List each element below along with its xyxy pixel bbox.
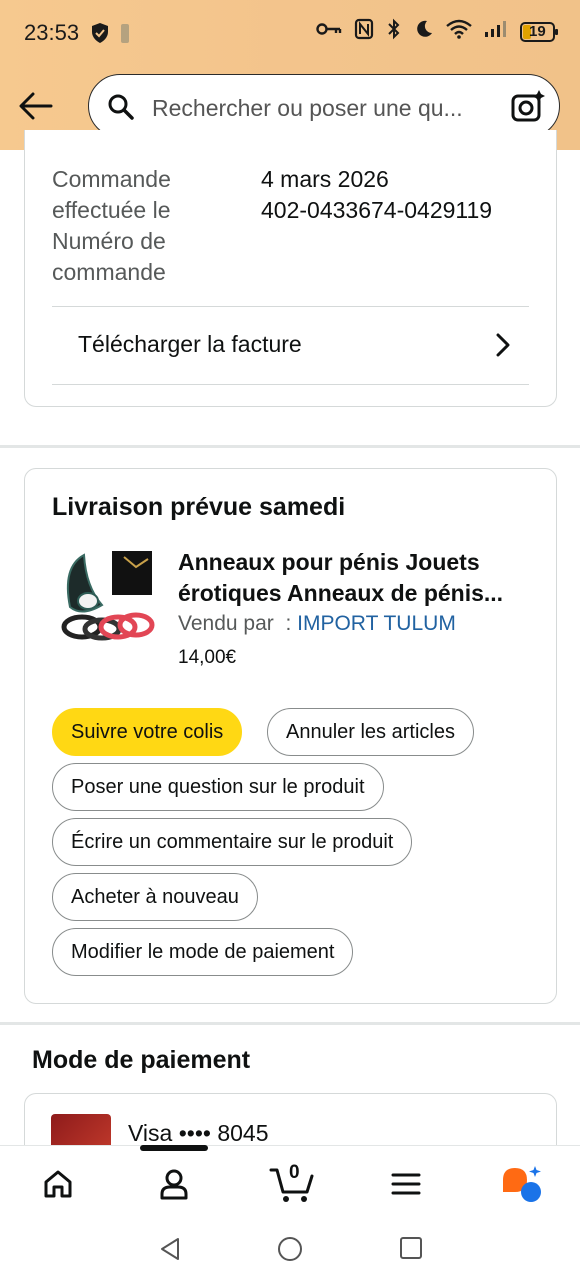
hamburger-menu-icon (391, 1173, 421, 1195)
change-payment-button[interactable]: Modifier le mode de paiement (52, 928, 354, 976)
nav-home[interactable] (36, 1162, 80, 1206)
write-review-button[interactable]: Écrire un commentaire sur le produit (52, 818, 413, 866)
wifi-icon (446, 19, 472, 44)
system-back-button[interactable] (158, 1236, 182, 1267)
delivery-title: Livraison prévue samedi (52, 493, 346, 521)
search-input[interactable]: Rechercher ou poser une qu... (152, 95, 492, 122)
battery-small-icon (120, 22, 130, 49)
system-recents-button[interactable] (399, 1236, 423, 1265)
sold-by-label: Vendu par (178, 612, 274, 635)
rufus-assistant-icon (503, 1166, 541, 1202)
track-package-button[interactable]: Suivre votre colis (52, 708, 243, 756)
user-icon (160, 1169, 188, 1200)
payment-card: Visa •••• 8045 (24, 1093, 557, 1153)
order-info-card: Commande effectuée le Numéro de commande… (24, 130, 557, 407)
back-button[interactable] (16, 86, 56, 126)
divider (52, 306, 529, 307)
delivery-card: Livraison prévue samedi Anneaux pour pén… (24, 468, 557, 1004)
nav-menu[interactable] (384, 1162, 428, 1206)
ask-question-button[interactable]: Poser une question sur le produit (52, 763, 384, 811)
nav-cart[interactable]: 0 (266, 1162, 318, 1206)
shield-icon (90, 22, 110, 49)
search-icon (107, 93, 135, 126)
cart-count: 0 (289, 1162, 300, 1183)
order-number-label: Numéro de commande (52, 228, 166, 285)
divider (52, 384, 529, 385)
camera-search-icon[interactable] (511, 89, 545, 128)
moon-icon (414, 19, 434, 44)
order-date-label: Commande effectuée le (52, 166, 171, 223)
sold-by: Vendu par : IMPORT TULUM (178, 612, 456, 636)
app-header: 23:53 19 Rechercher ou poser une qu... (0, 0, 580, 150)
product-title[interactable]: Anneaux pour pénis Jouets érotiques Anne… (178, 547, 538, 609)
order-date-value: 4 mars 2026 (261, 166, 389, 192)
status-bar: 23:53 19 (0, 0, 580, 68)
nav-rufus[interactable] (500, 1162, 544, 1206)
section-divider (0, 445, 580, 448)
seller-link[interactable]: IMPORT TULUM (297, 612, 456, 635)
payment-title: Mode de paiement (32, 1046, 251, 1074)
product-image[interactable] (52, 547, 156, 643)
bottom-nav: 0 (0, 1145, 580, 1220)
card-info: Visa •••• 8045 (128, 1120, 269, 1146)
battery-level: 19 (529, 22, 546, 40)
download-invoice-row[interactable]: Télécharger la facture (52, 308, 529, 386)
system-navigation (0, 1220, 580, 1280)
arrow-left-icon (19, 92, 53, 120)
seller-separator: : (285, 612, 292, 635)
bluetooth-icon (386, 18, 402, 45)
buy-again-button[interactable]: Acheter à nouveau (52, 873, 258, 921)
square-recents-icon (400, 1237, 422, 1259)
scroll-indicator (140, 1145, 208, 1151)
triangle-back-icon (161, 1238, 179, 1260)
key-icon (316, 21, 342, 42)
order-info-labels: Commande effectuée le Numéro de commande (52, 164, 232, 288)
order-info-values: 4 mars 2026 402-0433674-0429119 (261, 164, 492, 226)
signal-icon (484, 20, 508, 43)
status-time: 23:53 (24, 20, 80, 45)
circle-home-icon (278, 1237, 302, 1261)
home-icon (44, 1170, 72, 1198)
nav-account[interactable] (152, 1162, 196, 1206)
chevron-right-icon (495, 332, 511, 363)
system-home-button[interactable] (277, 1236, 303, 1267)
search-bar[interactable]: Rechercher ou poser une qu... (88, 74, 560, 138)
battery-icon: 19 (520, 21, 560, 43)
status-icons: 19 (316, 18, 560, 45)
download-invoice-label: Télécharger la facture (78, 331, 302, 357)
cancel-items-button[interactable]: Annuler les articles (267, 708, 474, 756)
section-divider (0, 1022, 580, 1025)
nfc-icon (354, 18, 374, 45)
order-number-value: 402-0433674-0429119 (261, 197, 493, 223)
product-price: 14,00€ (178, 647, 237, 668)
